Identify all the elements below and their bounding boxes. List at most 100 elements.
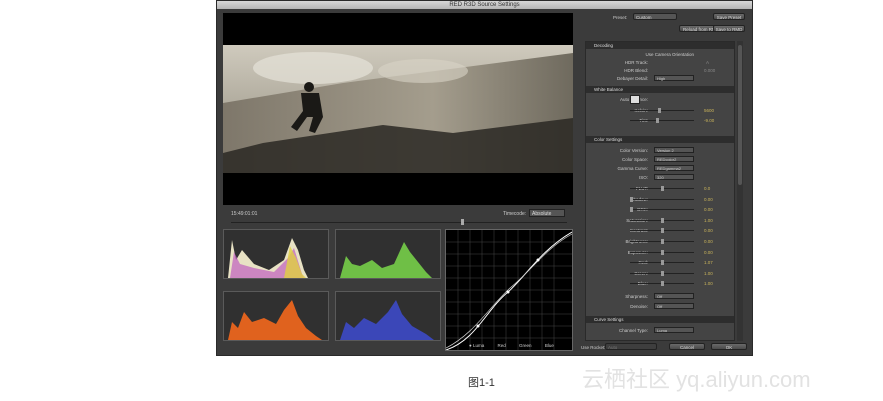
timecode-display: 15:49:01:01 [231, 211, 258, 217]
sharpness-select[interactable]: Off [654, 293, 694, 299]
slider-knob[interactable] [661, 249, 664, 255]
slider-row: FLUT:0.0 [586, 184, 734, 193]
slider-knob[interactable] [661, 239, 664, 244]
slider-row: Blue:1.00 [586, 279, 734, 288]
preview-pane: 15:49:01:01 Timecode: Absolute ● Luma Re… [223, 13, 573, 355]
slider-knob[interactable] [661, 228, 664, 234]
slider-row: DRX:0.00 [586, 205, 734, 214]
color-space-select[interactable]: REDcolor2 [654, 156, 694, 162]
slider-knob[interactable] [630, 196, 633, 202]
gamma-curve-select[interactable]: REDgamma2 [654, 165, 694, 171]
hdr-blend-value: 0.000 [704, 68, 716, 73]
color-space-label: Color Space: [621, 157, 648, 162]
tint-knob[interactable] [656, 118, 659, 123]
video-preview [223, 13, 573, 205]
slider-row: Exposure:0.00 [586, 248, 734, 257]
tint-slider[interactable] [630, 120, 694, 121]
slider-row: Green:1.00 [586, 269, 734, 278]
slider-knob[interactable] [661, 217, 664, 223]
slider-value[interactable]: 0.0 [704, 186, 710, 191]
curve-editor[interactable] [445, 229, 573, 351]
slider-value[interactable]: 0.00 [704, 250, 713, 255]
slider-value[interactable]: 0.00 [704, 207, 713, 212]
timecode-bar: 15:49:01:01 Timecode: Absolute [223, 209, 573, 227]
window-title: RED R3D Source Settings [217, 1, 752, 9]
slider-knob[interactable] [661, 186, 664, 191]
iso-select[interactable]: 320 [654, 174, 694, 180]
preset-label: Preset: [613, 15, 628, 20]
denoise-label: Denoise: [630, 304, 648, 309]
histogram-rgb [223, 229, 329, 279]
debayer-label: Debayer Detail: [616, 76, 648, 81]
slider-value[interactable]: 0.00 [704, 197, 713, 202]
section-decoding[interactable]: Decoding [586, 42, 734, 49]
settings-list: Decoding Use Camera Orientation HDR Trac… [585, 41, 735, 341]
slider-row: Brightness:0.00 [586, 237, 734, 246]
radio-blue[interactable]: Blue [545, 343, 560, 348]
video-frame-image [223, 45, 573, 173]
settings-pane: Preset: Custom Save Preset Reload from R… [581, 11, 751, 357]
histogram-red [223, 291, 329, 341]
save-preset-button[interactable]: Save Preset [713, 13, 745, 20]
channel-type-select[interactable]: Luma [654, 327, 694, 333]
histogram-blue [335, 291, 441, 341]
scrollbar-thumb[interactable] [738, 45, 742, 185]
slider-row: Contrast:0.00 [586, 226, 734, 235]
settings-scrollbar[interactable] [737, 41, 743, 341]
slider-value[interactable]: 1.07 [704, 260, 713, 265]
hdr-track-label: HDR Track: [624, 60, 648, 65]
figure-caption: 图1-1 [468, 377, 495, 389]
dialog-footer: Use Rocket: Auto Cancel OK [581, 343, 751, 355]
section-curve-settings[interactable]: Curve Settings [586, 316, 734, 323]
radio-green[interactable]: Green [519, 343, 538, 348]
denoise-select[interactable]: Off [654, 303, 694, 309]
sharpness-label: Sharpness: [625, 294, 648, 299]
save-rmd-button[interactable]: Save to RMD [713, 25, 745, 32]
radio-luma[interactable]: ● Luma [469, 343, 490, 348]
use-rocket-label: Use Rocket: [581, 345, 606, 350]
hdr-track-value: A [706, 60, 710, 65]
kelvin-slider[interactable] [630, 110, 694, 111]
rocket-select[interactable]: Auto [605, 343, 657, 350]
preset-controls: Preset: Custom Save Preset Reload from R… [581, 11, 751, 41]
kelvin-knob[interactable] [658, 108, 661, 113]
radio-red[interactable]: Red [498, 343, 512, 348]
section-white-balance[interactable]: White Balance [586, 86, 734, 93]
source-settings-window: RED R3D Source Settings 15:49:01:01 Time… [216, 0, 753, 356]
histogram-green [335, 229, 441, 279]
slider-track[interactable] [630, 198, 694, 200]
gamma-curve-label: Gamma Curve: [617, 166, 648, 171]
iso-label: ISO: [638, 175, 648, 180]
slider-row: Red:1.07 [586, 258, 734, 267]
slider-track[interactable] [630, 209, 694, 211]
debayer-select[interactable]: High [654, 75, 694, 81]
curve-channel-radios: ● Luma Red Green Blue [469, 343, 579, 353]
scrub-handle[interactable] [461, 219, 464, 225]
slider-value[interactable]: 1.00 [704, 281, 713, 286]
tint-value[interactable]: -9.00 [704, 118, 714, 123]
timecode-mode-select[interactable]: Absolute [529, 209, 565, 217]
slider-value[interactable]: 0.00 [704, 228, 713, 233]
timecode-label: Timecode: [503, 211, 527, 217]
scrub-track[interactable] [231, 222, 567, 223]
cancel-button[interactable]: Cancel [669, 343, 705, 350]
slider-value[interactable]: 1.00 [704, 271, 713, 276]
slider-knob[interactable] [661, 270, 664, 276]
channel-type-label: Channel Type: [619, 328, 648, 333]
color-version-label: Color Version: [619, 148, 648, 153]
slider-row: Saturation:1.00 [586, 216, 734, 225]
kelvin-value[interactable]: 5600 [704, 108, 714, 113]
color-version-select[interactable]: Version 2 [654, 147, 694, 153]
section-color-settings[interactable]: Color Settings [586, 136, 734, 143]
slider-value[interactable]: 1.00 [704, 218, 713, 223]
slider-value[interactable]: 0.00 [704, 239, 713, 244]
slider-knob[interactable] [630, 207, 633, 213]
use-camera-orientation[interactable]: Use Camera Orientation [645, 52, 694, 57]
preset-select[interactable]: Custom [633, 13, 677, 20]
slider-knob[interactable] [661, 260, 664, 266]
slider-knob[interactable] [661, 281, 664, 287]
eyedropper-icon[interactable] [630, 95, 640, 104]
ok-button[interactable]: OK [711, 343, 747, 350]
watermark: 云栖社区 yq.aliyun.com [582, 367, 811, 392]
hdr-blend-label: HDR Blend: [624, 68, 648, 73]
